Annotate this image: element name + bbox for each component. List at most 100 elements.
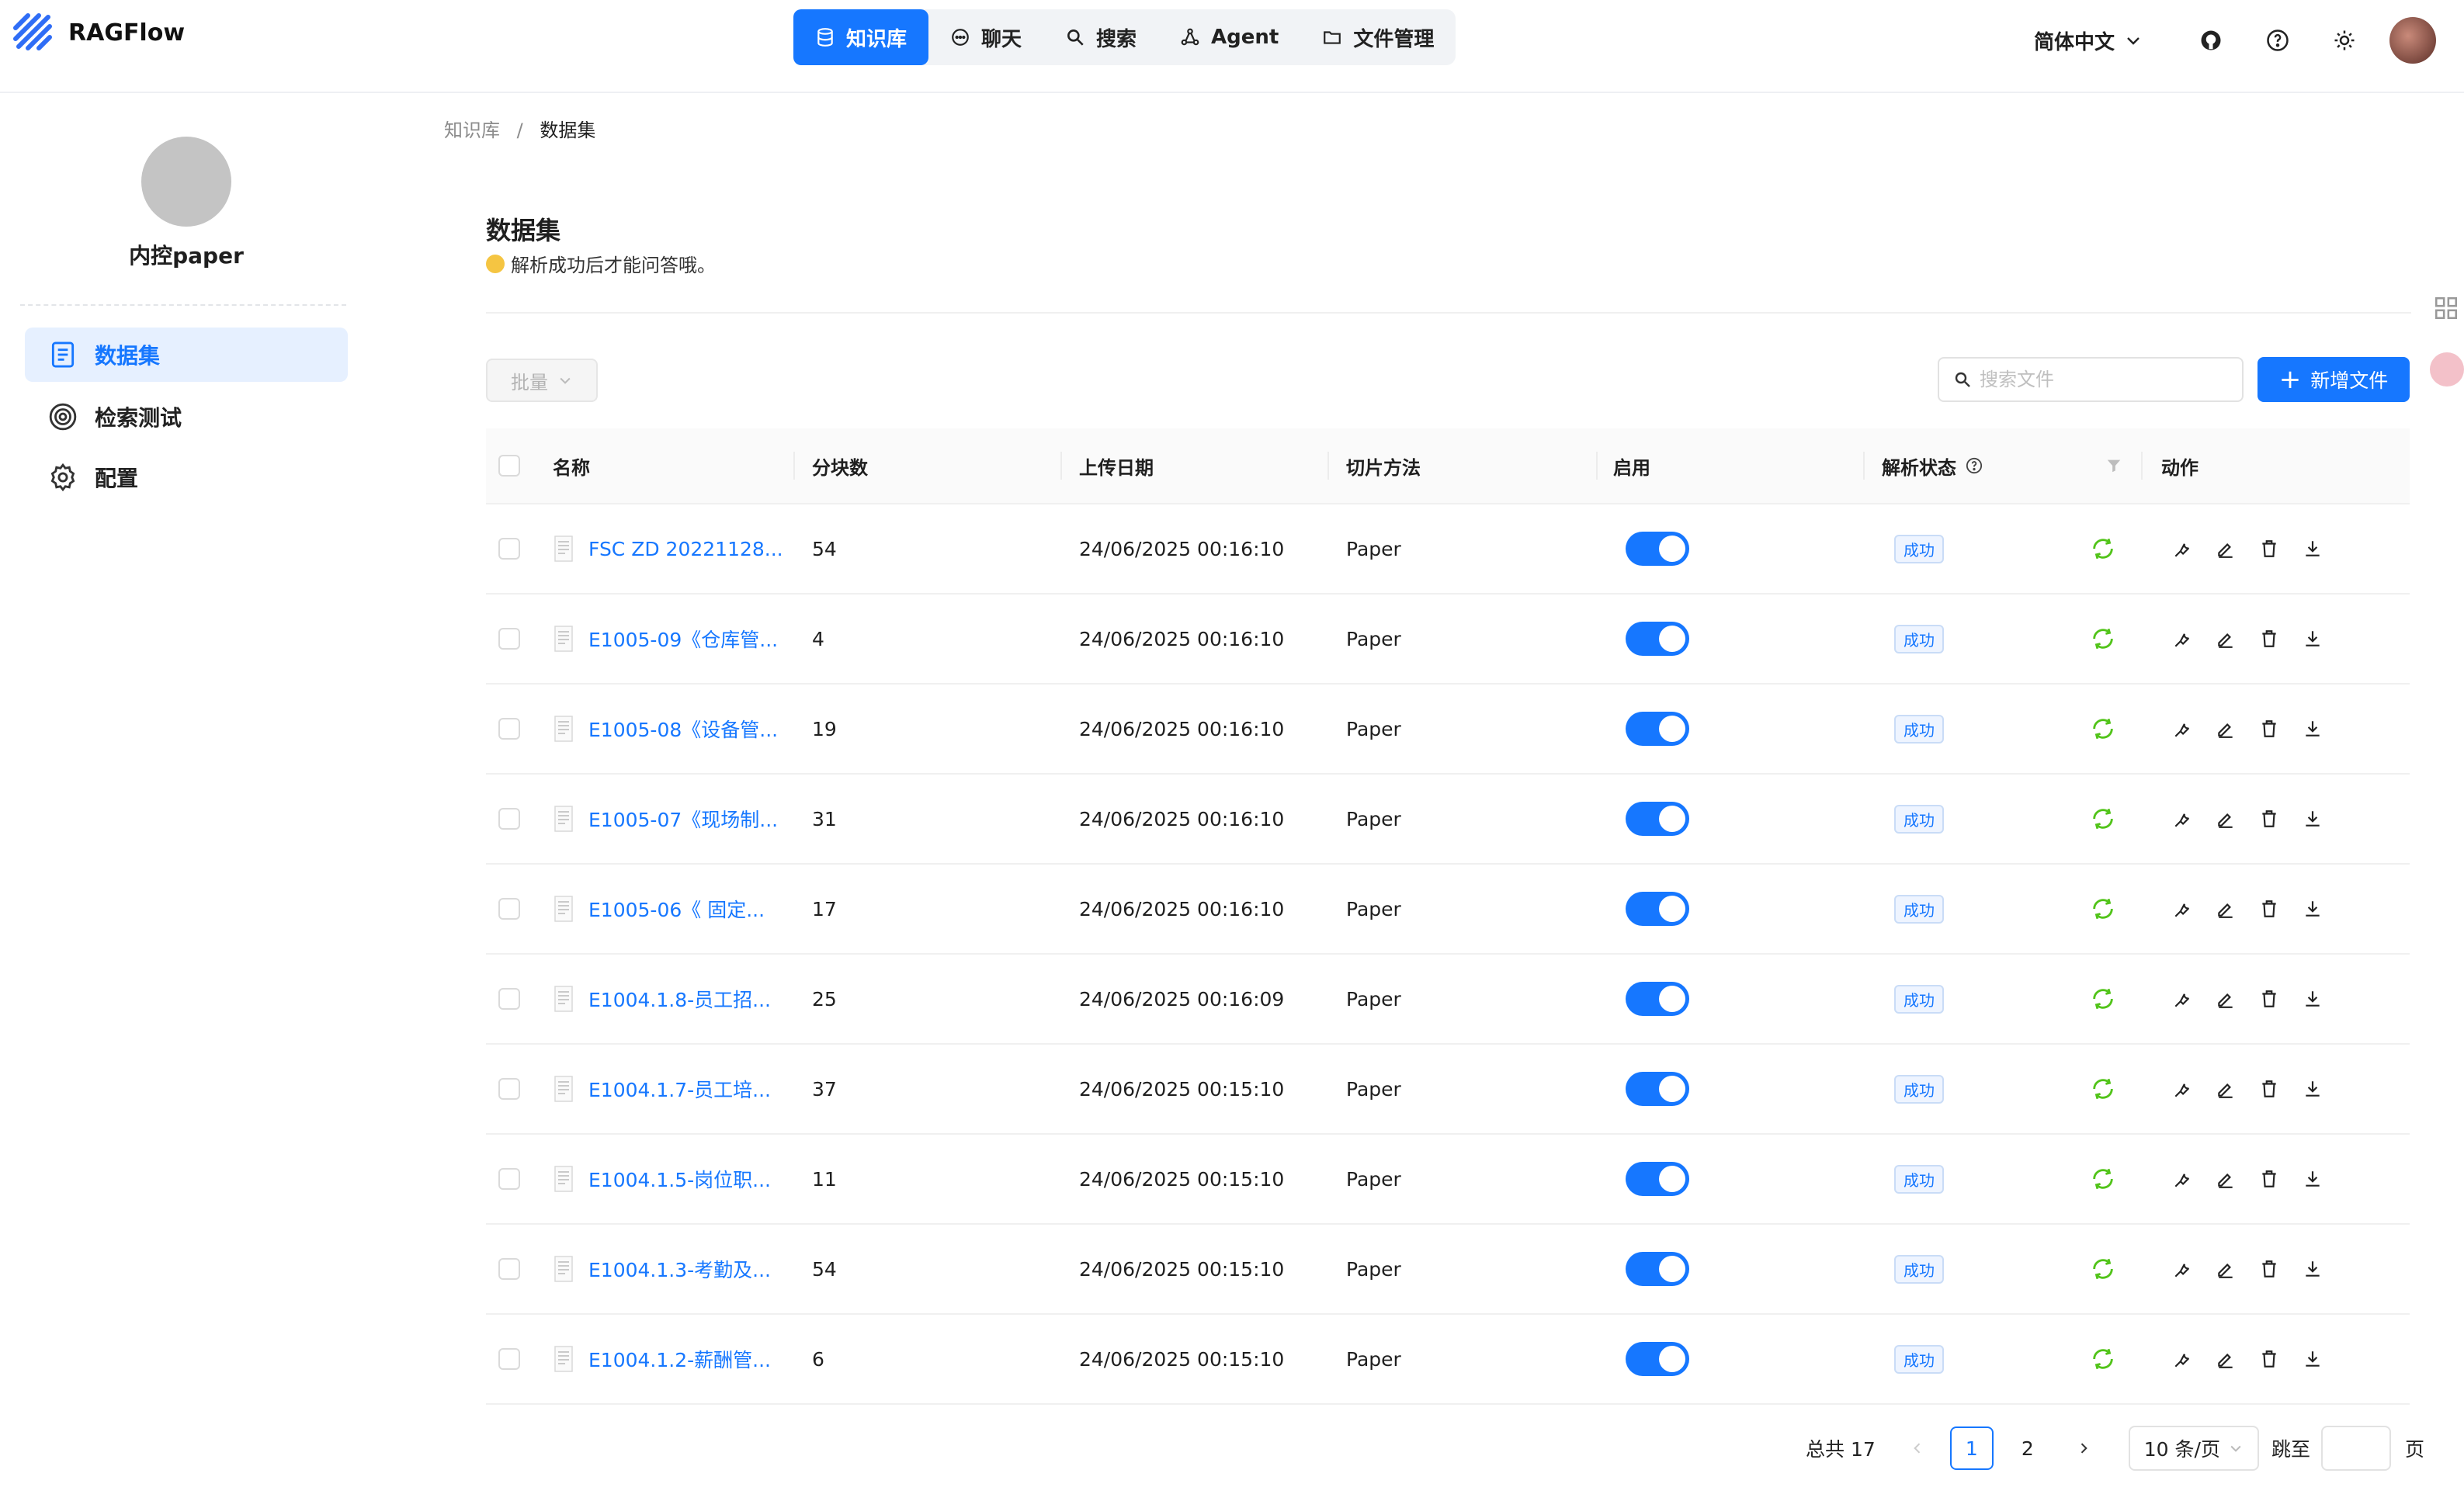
file-name-link[interactable]: E1005-09《仓库管... xyxy=(588,625,778,653)
delete-icon[interactable] xyxy=(2259,629,2279,649)
row-checkbox[interactable] xyxy=(498,1168,520,1190)
edit-icon[interactable] xyxy=(2216,989,2236,1009)
edit-icon[interactable] xyxy=(2216,539,2236,559)
column-header-chunks[interactable]: 分块数 xyxy=(812,428,868,503)
row-checkbox[interactable] xyxy=(498,1078,520,1100)
column-header-chunk-method[interactable]: 切片方法 xyxy=(1346,428,1421,503)
reparse-icon[interactable] xyxy=(2090,536,2116,562)
reparse-icon[interactable] xyxy=(2090,896,2116,922)
edit-icon[interactable] xyxy=(2216,1079,2236,1099)
edit-icon[interactable] xyxy=(2216,629,2236,649)
download-icon[interactable] xyxy=(2303,989,2323,1009)
page-size-select[interactable]: 10 条/页 xyxy=(2128,1426,2259,1471)
enable-toggle[interactable] xyxy=(1626,532,1689,566)
nav-knowledge-base[interactable]: 知识库 xyxy=(793,9,929,65)
enable-toggle[interactable] xyxy=(1626,892,1689,926)
edit-icon[interactable] xyxy=(2216,899,2236,919)
file-name-link[interactable]: E1004.1.8-员工招... xyxy=(588,985,771,1013)
delete-icon[interactable] xyxy=(2259,1079,2279,1099)
wrench-icon[interactable] xyxy=(2172,539,2192,559)
file-name-link[interactable]: E1005-07《现场制... xyxy=(588,805,778,833)
wrench-icon[interactable] xyxy=(2172,989,2192,1009)
row-checkbox[interactable] xyxy=(498,1258,520,1280)
enable-toggle[interactable] xyxy=(1626,1252,1689,1286)
help-button[interactable] xyxy=(2256,19,2299,62)
github-button[interactable] xyxy=(2189,19,2233,62)
sidebar-item-configuration[interactable]: 配置 xyxy=(25,450,348,504)
nav-chat[interactable]: 聊天 xyxy=(928,9,1043,65)
nav-agent[interactable]: Agent xyxy=(1158,9,1300,65)
add-file-button[interactable]: + 新增文件 xyxy=(2258,357,2410,402)
download-icon[interactable] xyxy=(2303,1079,2323,1099)
row-checkbox[interactable] xyxy=(498,538,520,560)
reparse-icon[interactable] xyxy=(2090,1346,2116,1372)
nav-search[interactable]: 搜索 xyxy=(1043,9,1158,65)
jump-page-input[interactable] xyxy=(2320,1426,2391,1471)
filter-icon[interactable] xyxy=(2105,457,2122,474)
enable-toggle[interactable] xyxy=(1626,622,1689,656)
download-icon[interactable] xyxy=(2303,719,2323,739)
file-name-link[interactable]: E1005-06《 固定... xyxy=(588,895,765,923)
delete-icon[interactable] xyxy=(2259,539,2279,559)
file-name-link[interactable]: E1004.1.2-薪酬管... xyxy=(588,1345,771,1373)
nav-file-management[interactable]: 文件管理 xyxy=(1300,9,1456,65)
file-name-link[interactable]: FSC ZD 20221128... xyxy=(588,538,783,560)
wrench-icon[interactable] xyxy=(2172,719,2192,739)
reparse-icon[interactable] xyxy=(2090,1076,2116,1102)
edit-icon[interactable] xyxy=(2216,1349,2236,1369)
column-header-enabled[interactable]: 启用 xyxy=(1613,428,1650,503)
breadcrumb-parent[interactable]: 知识库 xyxy=(444,120,500,141)
edit-icon[interactable] xyxy=(2216,719,2236,739)
download-icon[interactable] xyxy=(2303,1259,2323,1279)
grid-apps-icon[interactable] xyxy=(2433,295,2459,321)
enable-toggle[interactable] xyxy=(1626,982,1689,1016)
row-checkbox[interactable] xyxy=(498,718,520,740)
delete-icon[interactable] xyxy=(2259,1169,2279,1189)
theme-toggle-button[interactable] xyxy=(2323,19,2366,62)
file-name-link[interactable]: E1005-08《设备管... xyxy=(588,715,778,743)
enable-toggle[interactable] xyxy=(1626,802,1689,836)
language-select[interactable]: 简体中文 xyxy=(2034,26,2143,55)
download-icon[interactable] xyxy=(2303,809,2323,829)
page-button-2[interactable]: 2 xyxy=(2006,1426,2049,1470)
row-checkbox[interactable] xyxy=(498,898,520,920)
file-name-link[interactable]: E1004.1.5-岗位职... xyxy=(588,1165,771,1193)
reparse-icon[interactable] xyxy=(2090,1166,2116,1192)
wrench-icon[interactable] xyxy=(2172,1259,2192,1279)
reparse-icon[interactable] xyxy=(2090,806,2116,832)
reparse-icon[interactable] xyxy=(2090,986,2116,1012)
enable-toggle[interactable] xyxy=(1626,1342,1689,1376)
delete-icon[interactable] xyxy=(2259,989,2279,1009)
search-input[interactable] xyxy=(1978,368,2230,391)
select-all-checkbox[interactable] xyxy=(498,455,520,477)
download-icon[interactable] xyxy=(2303,899,2323,919)
edit-icon[interactable] xyxy=(2216,1169,2236,1189)
wrench-icon[interactable] xyxy=(2172,1169,2192,1189)
download-icon[interactable] xyxy=(2303,629,2323,649)
delete-icon[interactable] xyxy=(2259,1349,2279,1369)
edit-icon[interactable] xyxy=(2216,809,2236,829)
next-page-button[interactable] xyxy=(2062,1426,2105,1470)
column-header-name[interactable]: 名称 xyxy=(553,428,590,503)
file-name-link[interactable]: E1004.1.7-员工培... xyxy=(588,1075,771,1103)
delete-icon[interactable] xyxy=(2259,1259,2279,1279)
enable-toggle[interactable] xyxy=(1626,1162,1689,1196)
enable-toggle[interactable] xyxy=(1626,1072,1689,1106)
row-checkbox[interactable] xyxy=(498,628,520,650)
row-checkbox[interactable] xyxy=(498,808,520,830)
batch-button[interactable]: 批量 xyxy=(486,359,598,402)
enable-toggle[interactable] xyxy=(1626,712,1689,746)
row-checkbox[interactable] xyxy=(498,1348,520,1370)
reparse-icon[interactable] xyxy=(2090,716,2116,742)
reparse-icon[interactable] xyxy=(2090,626,2116,652)
column-header-parse-status[interactable]: 解析状态 xyxy=(1882,428,1983,503)
page-button-1[interactable]: 1 xyxy=(1949,1426,1994,1470)
row-checkbox[interactable] xyxy=(498,988,520,1010)
delete-icon[interactable] xyxy=(2259,809,2279,829)
column-header-upload-date[interactable]: 上传日期 xyxy=(1079,428,1154,503)
edit-icon[interactable] xyxy=(2216,1259,2236,1279)
wrench-icon[interactable] xyxy=(2172,1079,2192,1099)
wrench-icon[interactable] xyxy=(2172,1349,2192,1369)
user-avatar[interactable] xyxy=(2389,17,2436,64)
wrench-icon[interactable] xyxy=(2172,629,2192,649)
